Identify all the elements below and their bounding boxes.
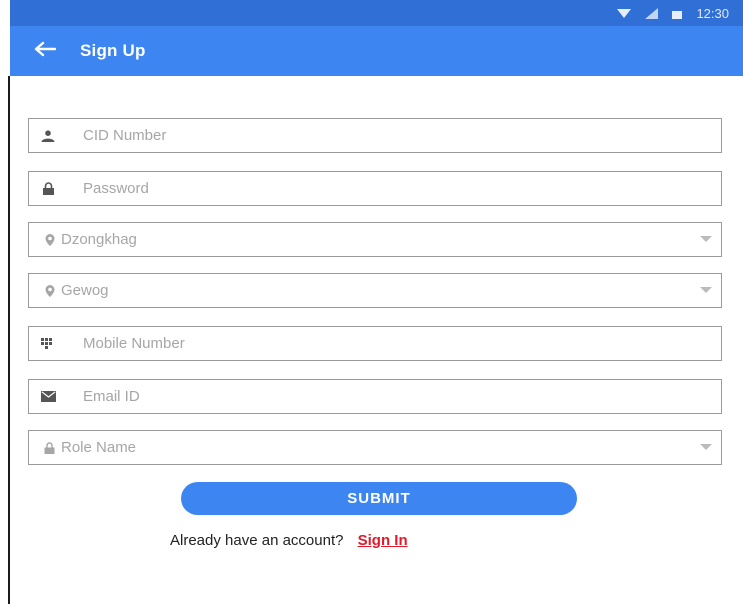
password-field bbox=[28, 171, 722, 206]
page-title: Sign Up bbox=[80, 41, 146, 60]
dzongkhag-dropdown[interactable]: Dzongkhag bbox=[28, 222, 722, 257]
chevron-down-icon bbox=[691, 287, 721, 294]
arrow-left-icon bbox=[34, 41, 57, 62]
chevron-down-icon bbox=[691, 444, 721, 451]
lock-icon bbox=[29, 182, 67, 195]
signal-icon bbox=[645, 7, 659, 19]
sign-in-prompt-text: Already have an account? bbox=[170, 532, 344, 549]
sign-up-form: Dzongkhag Gewog bbox=[28, 118, 722, 465]
cid-field bbox=[28, 118, 722, 153]
sign-in-prompt: Already have an account? Sign In bbox=[170, 532, 408, 549]
battery-icon bbox=[672, 8, 683, 19]
role-dropdown[interactable]: Role Name bbox=[28, 430, 722, 465]
sign-in-link[interactable]: Sign In bbox=[358, 532, 408, 549]
role-selected-value: Role Name bbox=[61, 439, 137, 456]
status-bar: 12:30 bbox=[10, 0, 743, 26]
envelope-icon bbox=[29, 391, 67, 402]
location-pin-icon bbox=[29, 284, 59, 297]
mobile-input[interactable] bbox=[67, 327, 721, 360]
gewog-dropdown[interactable]: Gewog bbox=[28, 273, 722, 308]
dialpad-icon bbox=[29, 337, 67, 350]
left-edge-divider bbox=[8, 76, 10, 604]
status-time: 12:30 bbox=[696, 5, 729, 21]
password-input[interactable] bbox=[67, 172, 721, 205]
mobile-field bbox=[28, 326, 722, 361]
location-pin-icon bbox=[29, 233, 59, 246]
gewog-selected-value: Gewog bbox=[61, 282, 109, 299]
wifi-icon bbox=[617, 8, 632, 19]
email-field bbox=[28, 379, 722, 414]
chevron-down-icon bbox=[691, 236, 721, 243]
person-icon bbox=[29, 129, 67, 142]
back-button[interactable] bbox=[10, 26, 80, 76]
lock-icon bbox=[29, 441, 59, 454]
app-bar: Sign Up bbox=[10, 26, 743, 76]
submit-button[interactable]: SUBMIT bbox=[181, 482, 577, 515]
email-input[interactable] bbox=[67, 380, 721, 413]
dzongkhag-selected-value: Dzongkhag bbox=[61, 231, 137, 248]
cid-input[interactable] bbox=[67, 119, 721, 152]
